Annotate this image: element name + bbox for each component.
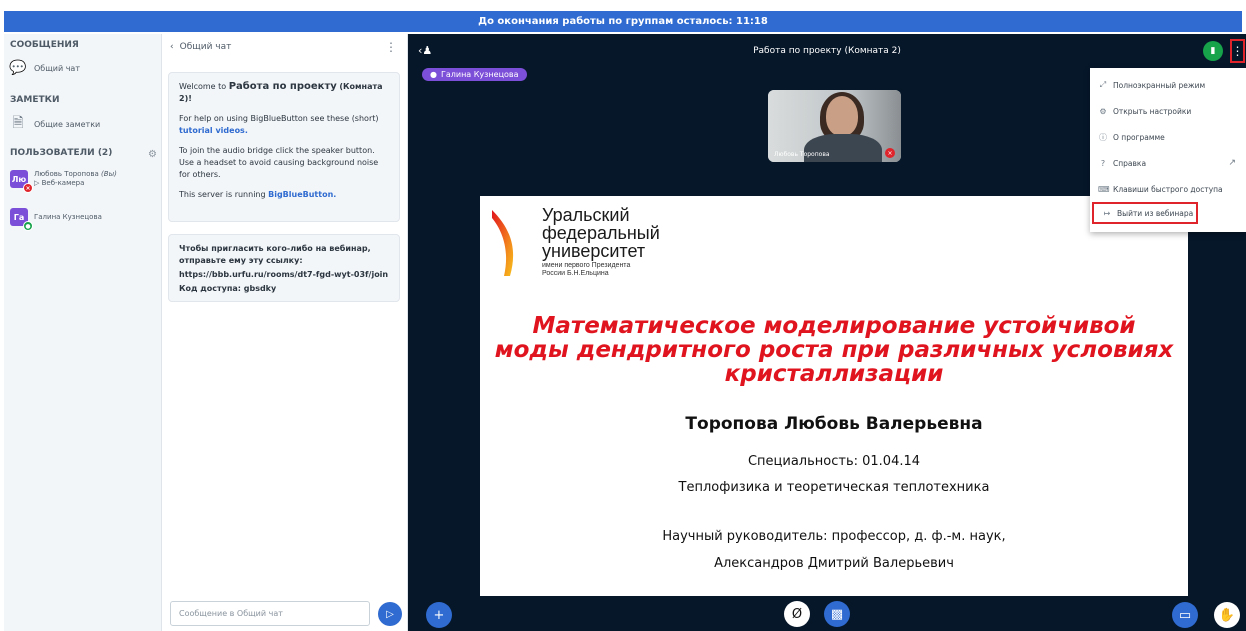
bigbluebutton-link[interactable]: BigBlueButton. bbox=[268, 190, 336, 199]
you-label: (Вы) bbox=[101, 170, 117, 178]
signal-icon: ▮ bbox=[1210, 46, 1216, 56]
menu-item-shortcuts[interactable]: ⌨ Клавиши быстрого доступа bbox=[1090, 178, 1246, 200]
mic-muted-icon: × bbox=[885, 148, 895, 158]
slide-field: Теплофизика и теоретическая теплотехника bbox=[678, 480, 990, 495]
university-name: Уральский федеральный университет имени … bbox=[542, 205, 660, 277]
audio-button[interactable]: Ø bbox=[784, 601, 810, 627]
fullscreen-icon: ⤢ bbox=[1099, 80, 1107, 89]
welcome-message: Welcome to Работа по проекту (Комната 2)… bbox=[168, 72, 400, 222]
shared-notes-label: Общие заметки bbox=[34, 119, 101, 129]
webcam-icon: ▷ bbox=[34, 179, 40, 187]
keyboard-icon: ⌨ bbox=[1098, 184, 1110, 194]
slide-title: Математическое моделирование устойчивой … bbox=[494, 313, 1174, 387]
webcam-video[interactable]: Любовь Торопова × bbox=[768, 90, 901, 162]
send-icon: ▷ bbox=[386, 608, 394, 620]
users-section-title: ПОЛЬЗОВАТЕЛИ (2) bbox=[10, 148, 113, 158]
help-icon: ? bbox=[1100, 158, 1106, 168]
logout-icon: ↦ bbox=[1103, 208, 1111, 218]
shared-notes-item[interactable]: 🗎 Общие заметки bbox=[10, 115, 101, 132]
actions-plus-button[interactable]: + bbox=[426, 602, 452, 628]
chat-back-button[interactable]: ‹ Общий чат bbox=[170, 42, 231, 52]
chat-title: Общий чат bbox=[179, 42, 232, 52]
connection-status-button[interactable]: ▮ bbox=[1203, 41, 1223, 61]
camera-button[interactable]: ▩ bbox=[824, 601, 850, 627]
invite-message: Чтобы пригласить кого-либо на вебинар, о… bbox=[168, 234, 400, 302]
menu-item-fullscreen[interactable]: ⤢ Полноэкранный режим bbox=[1090, 74, 1246, 96]
user-list-item[interactable]: Га ● Галина Кузнецова bbox=[10, 208, 102, 231]
mic-icon: ● bbox=[430, 70, 437, 79]
presentation-slide: Уральский федеральный университет имени … bbox=[480, 196, 1188, 596]
chat-panel: ‹ Общий чат ⋮ Welcome to Работа по проек… bbox=[162, 34, 408, 631]
meeting-title: Работа по проекту (Комната 2) bbox=[753, 46, 901, 56]
notes-section-title: ЗАМЕТКИ bbox=[10, 95, 60, 105]
menu-item-settings[interactable]: ⚙ Открыть настройки bbox=[1090, 100, 1246, 122]
send-message-button[interactable]: ▷ bbox=[378, 602, 402, 626]
info-icon: ⓘ bbox=[1099, 132, 1107, 142]
slide-advisor: Научный руководитель: профессор, д. ф.-м… bbox=[662, 529, 1006, 544]
options-menu-button[interactable]: ⋮ bbox=[1230, 39, 1245, 63]
raise-hand-button[interactable]: ✋ bbox=[1214, 602, 1240, 628]
avatar-initials: Лю bbox=[11, 174, 27, 184]
breakout-timer-banner: До окончания работы по группам осталось:… bbox=[4, 11, 1242, 32]
document-icon: 🗎 bbox=[12, 115, 24, 131]
user-info: Любовь Торопова (Вы) ▷ Веб-камера bbox=[34, 170, 117, 188]
user-name: Галина Кузнецова bbox=[34, 213, 102, 221]
mic-muted-icon: × bbox=[23, 183, 33, 193]
plus-icon: + bbox=[433, 607, 445, 623]
hand-icon: ✋ bbox=[1218, 607, 1236, 623]
webcam-user-label: Любовь Торопова bbox=[774, 151, 830, 158]
top-bar: До окончания работы по группам осталось:… bbox=[0, 0, 1246, 34]
chat-bubble-icon: 💬 bbox=[9, 60, 27, 76]
slide-advisor-name: Александров Дмитрий Валерьевич bbox=[714, 556, 954, 571]
user-list-item[interactable]: Лю × Любовь Торопова (Вы) ▷ Веб-камера bbox=[10, 170, 117, 193]
urfu-logo bbox=[492, 210, 514, 276]
menu-item-help[interactable]: ? Справка ↗ bbox=[1090, 152, 1246, 174]
user-name: Любовь Торопова bbox=[34, 170, 99, 178]
screen-icon: ▭ bbox=[1178, 607, 1192, 623]
video-camera-icon: ▩ bbox=[830, 606, 844, 622]
public-chat-label: Общий чат bbox=[34, 63, 80, 73]
gear-icon: ⚙ bbox=[1099, 106, 1107, 116]
chat-options-kebab-icon[interactable]: ⋮ bbox=[385, 40, 397, 54]
chevron-left-icon: ‹ bbox=[170, 42, 174, 52]
external-link-icon: ↗ bbox=[1228, 158, 1236, 168]
presentation-toggle-button[interactable]: ▭ bbox=[1172, 602, 1198, 628]
mic-muted-icon: Ø bbox=[791, 606, 803, 622]
tutorial-videos-link[interactable]: tutorial videos. bbox=[179, 126, 248, 135]
options-dropdown-menu: ⤢ Полноэкранный режим ⚙ Открыть настройк… bbox=[1090, 68, 1246, 232]
messages-section-title: СООБЩЕНИЯ bbox=[10, 40, 79, 50]
avatar-initials: Га bbox=[13, 212, 25, 222]
invite-link[interactable]: https://bbb.urfu.ru/rooms/dt7-fgd-wyt-03… bbox=[179, 269, 389, 281]
menu-item-about[interactable]: ⓘ О программе bbox=[1090, 126, 1246, 148]
menu-item-logout[interactable]: ↦ Выйти из вебинара bbox=[1092, 202, 1198, 224]
mic-on-icon: ● bbox=[23, 221, 33, 231]
avatar: Лю × bbox=[10, 170, 33, 193]
user-status: Веб-камера bbox=[41, 179, 85, 187]
public-chat-item[interactable]: 💬 Общий чат bbox=[9, 60, 80, 76]
talking-indicator: ● Галина Кузнецова bbox=[422, 68, 527, 81]
user-list-sidebar: СООБЩЕНИЯ 💬 Общий чат ЗАМЕТКИ 🗎 Общие за… bbox=[4, 34, 162, 631]
slide-specialty: Специальность: 01.04.14 bbox=[747, 454, 921, 469]
chat-message-input[interactable]: Сообщение в Общий чат bbox=[170, 601, 370, 626]
kebab-icon: ⋮ bbox=[1231, 44, 1244, 58]
slide-author: Торопова Любовь Валерьевна bbox=[685, 414, 983, 434]
user-options-gear-icon[interactable]: ⚙ bbox=[148, 149, 157, 160]
avatar: Га ● bbox=[10, 208, 33, 231]
